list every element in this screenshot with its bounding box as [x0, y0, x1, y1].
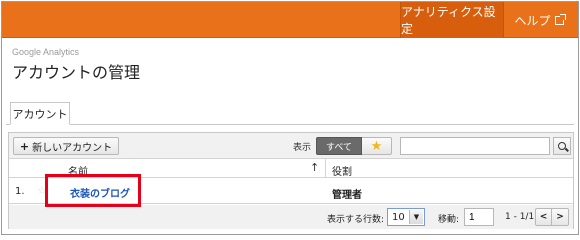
goto-page-label: 移動: — [438, 215, 460, 225]
goto-page-input[interactable] — [464, 208, 494, 226]
chevron-down-icon: ▼ — [409, 210, 423, 224]
arrow-up-icon[interactable]: ↑ — [310, 161, 319, 174]
chevron-right-icon: > — [556, 212, 564, 222]
column-divider — [325, 159, 326, 178]
page-range: 1 - 1/1 — [505, 212, 535, 222]
search-input[interactable] — [400, 137, 550, 155]
previous-page-button[interactable]: < — [535, 208, 552, 226]
tab-divider — [6, 124, 574, 125]
analytics-settings-label: アナリティクス設定 — [401, 5, 496, 36]
chevron-left-icon: < — [539, 212, 548, 222]
filter-all-button[interactable]: すべて — [316, 137, 362, 155]
new-account-button[interactable]: + 新しいアカウント — [13, 137, 119, 155]
page-title: アカウントの管理 — [12, 63, 141, 82]
next-page-button[interactable]: > — [552, 208, 569, 226]
tab-accounts[interactable]: アカウント — [10, 102, 70, 125]
accounts-toolbar: + 新しいアカウント 表示 すべて ★ — [9, 133, 573, 159]
account-role: 管理者 — [332, 190, 362, 201]
help-label: ヘルプ — [514, 13, 551, 28]
external-link-icon — [554, 13, 566, 25]
top-navigation-bar: アナリティクス設定 ヘルプ — [2, 2, 578, 38]
rows-per-page-value: 10 — [392, 211, 405, 223]
column-header-role[interactable]: 役割 — [332, 163, 352, 178]
help-link[interactable]: ヘルプ — [508, 2, 570, 38]
analytics-settings-button[interactable]: アナリティクス設定 — [400, 2, 504, 38]
search-button[interactable] — [553, 137, 571, 155]
row-index: 1. — [15, 186, 25, 197]
search-icon — [558, 142, 566, 150]
plus-icon: + — [19, 139, 30, 153]
show-filter-label: 表示 — [293, 143, 312, 153]
new-account-label: 新しいアカウント — [32, 142, 113, 154]
filter-starred-button[interactable]: ★ — [362, 137, 392, 155]
filter-all-label: すべて — [325, 142, 352, 153]
pagination-footer: 表示する行数: 10 ▼ 移動: 1 - 1/1 < > — [9, 205, 573, 229]
tab-accounts-label: アカウント — [12, 107, 68, 121]
rows-per-page-label: 表示する行数: — [327, 215, 385, 225]
star-icon: ★ — [370, 138, 383, 154]
rows-per-page-select[interactable]: 10 ▼ — [387, 208, 425, 226]
brand-name: Google Analytics — [12, 47, 80, 57]
highlight-box — [45, 174, 141, 207]
